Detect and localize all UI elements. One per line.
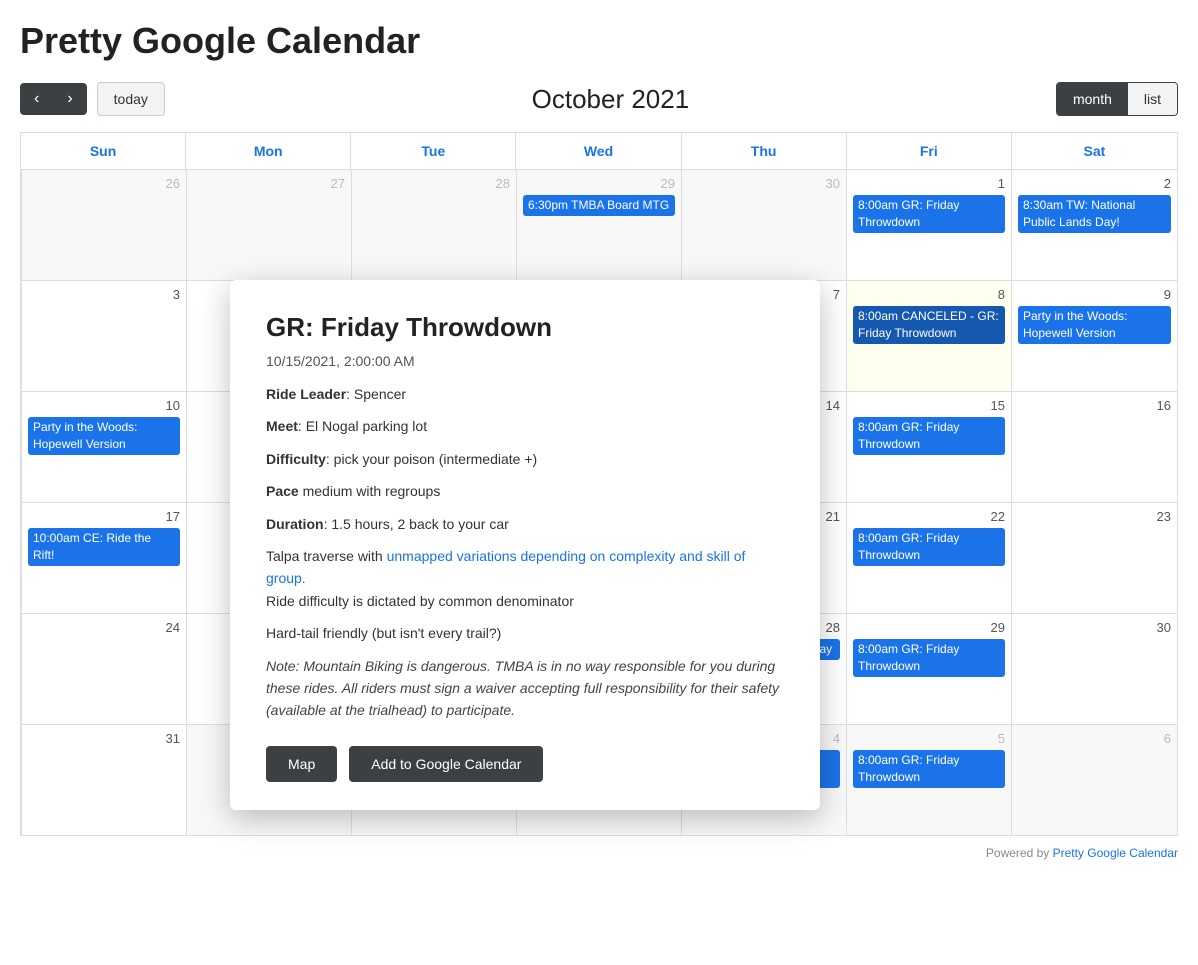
modal-duration: Duration: 1.5 hours, 2 back to your car xyxy=(266,513,784,535)
meet-label: Meet xyxy=(266,418,298,434)
pace-value: medium with regroups xyxy=(303,483,441,499)
modal-hard-tail: Hard-tail friendly (but isn't every trai… xyxy=(266,622,784,644)
duration-label: Duration xyxy=(266,516,324,532)
modal-popup: GR: Friday Throwdown 10/15/2021, 2:00:00… xyxy=(230,280,820,810)
modal-date: 10/15/2021, 2:00:00 AM xyxy=(266,353,784,369)
modal-note: Note: Mountain Biking is dangerous. TMBA… xyxy=(266,655,784,722)
ride-leader-value: Spencer xyxy=(354,386,406,402)
add-to-gcal-button[interactable]: Add to Google Calendar xyxy=(349,746,543,782)
modal-difficulty: Difficulty: pick your poison (intermedia… xyxy=(266,448,784,470)
modal-meet: Meet: El Nogal parking lot xyxy=(266,415,784,437)
duration-value: 1.5 hours, 2 back to your car xyxy=(331,516,508,532)
difficulty-value: pick your poison (intermediate +) xyxy=(334,451,538,467)
modal-ride-leader: Ride Leader: Spencer xyxy=(266,383,784,405)
modal-description: Talpa traverse with unmapped variations … xyxy=(266,545,784,612)
modal-title: GR: Friday Throwdown xyxy=(266,312,784,343)
ride-leader-label: Ride Leader xyxy=(266,386,346,402)
modal-pace: Pace medium with regroups xyxy=(266,480,784,502)
difficulty-label: Difficulty xyxy=(266,451,326,467)
modal-overlay[interactable]: GR: Friday Throwdown 10/15/2021, 2:00:00… xyxy=(0,0,1198,965)
meet-value: El Nogal parking lot xyxy=(306,418,427,434)
pace-label: Pace xyxy=(266,483,299,499)
modal-body: Ride Leader: Spencer Meet: El Nogal park… xyxy=(266,383,784,722)
modal-actions: Map Add to Google Calendar xyxy=(266,746,784,782)
map-button[interactable]: Map xyxy=(266,746,337,782)
